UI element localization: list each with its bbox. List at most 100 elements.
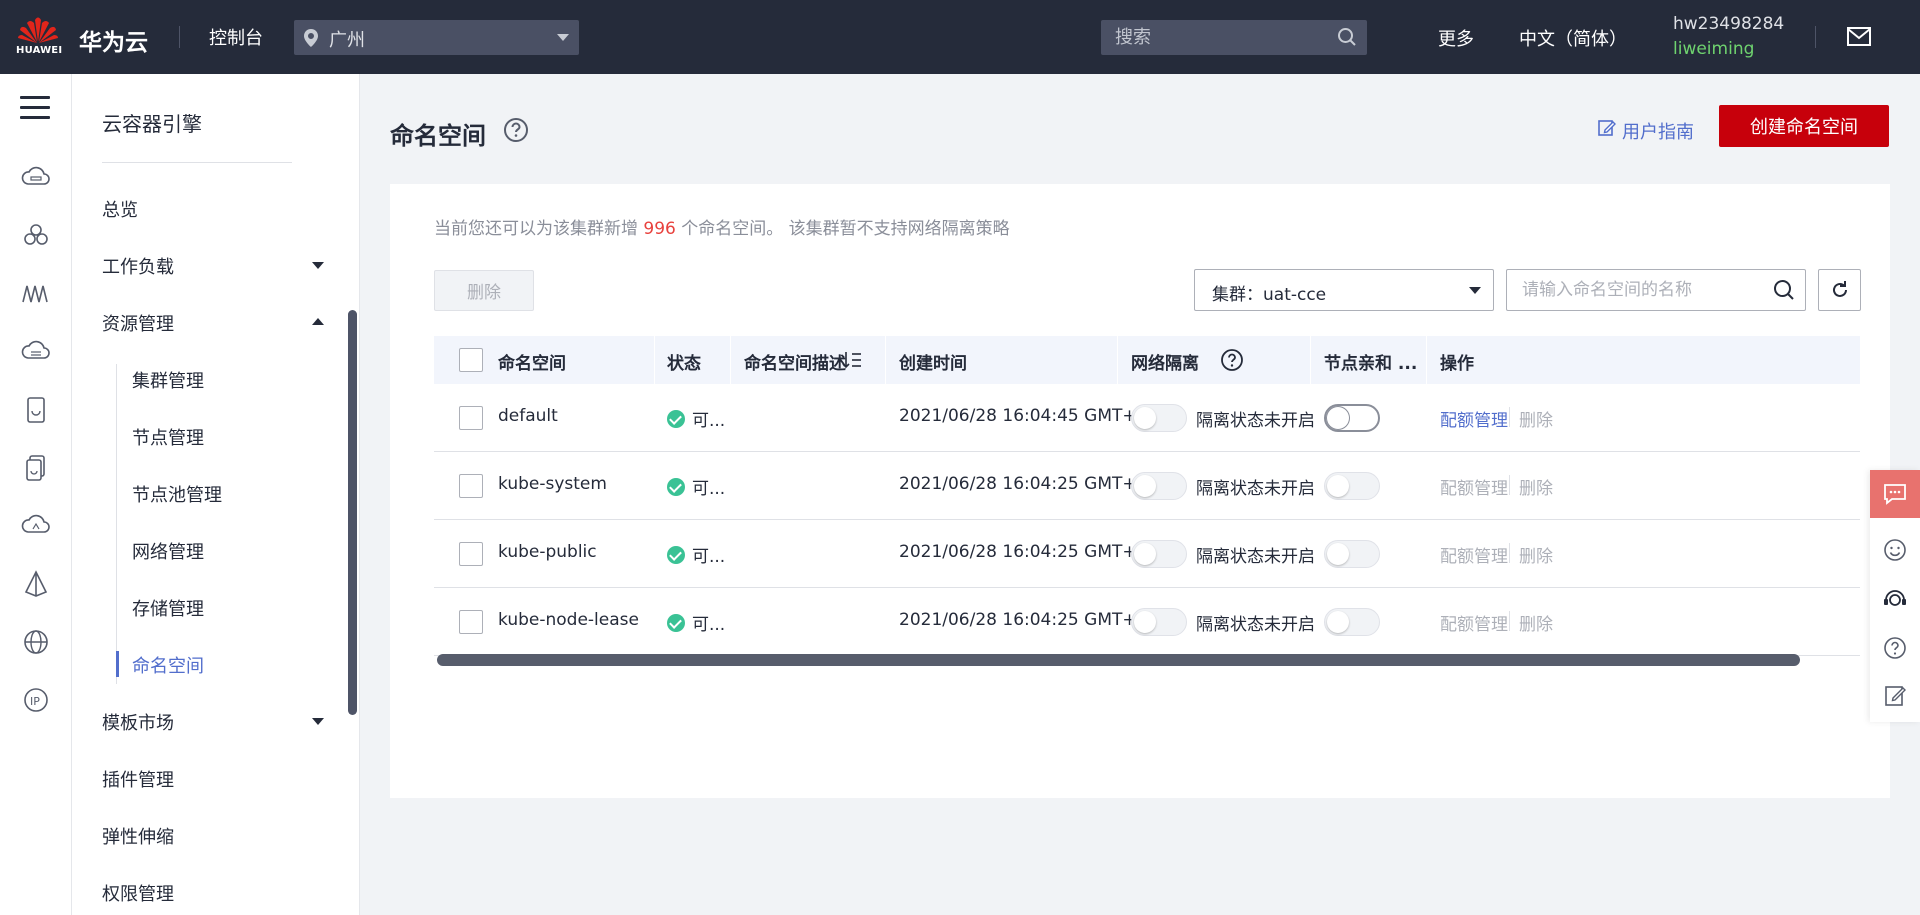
nav-item-namespaces[interactable]: 命名空间	[132, 652, 204, 678]
cloud-server-icon[interactable]	[20, 162, 52, 194]
table-row: kube-node-lease 可... 2021/06/28 16:04:25…	[434, 588, 1860, 656]
divider	[1509, 543, 1510, 563]
row-checkbox[interactable]	[459, 542, 483, 566]
page-title: 命名空间	[390, 122, 486, 150]
delete-link[interactable]: 删除	[1519, 542, 1553, 567]
user-guide-link[interactable]: 用户指南	[1622, 118, 1694, 144]
cloud-storage-icon[interactable]	[20, 336, 52, 368]
nav-item-node-pool-management[interactable]: 节点池管理	[132, 481, 222, 507]
column-divider	[654, 336, 655, 384]
global-search-input[interactable]	[1115, 24, 1325, 51]
nav-item-autoscaling[interactable]: 弹性伸缩	[102, 823, 174, 849]
survey-icon[interactable]	[1883, 684, 1907, 708]
quota-management-link[interactable]: 配额管理	[1440, 406, 1508, 431]
namespace-name[interactable]: kube-node-lease	[498, 610, 639, 630]
node-affinity-toggle[interactable]	[1324, 404, 1380, 432]
delete-link[interactable]: 删除	[1519, 406, 1553, 431]
cluster-icon[interactable]	[20, 220, 52, 252]
nav-item-cluster-management[interactable]: 集群管理	[132, 367, 204, 393]
network-isolation-toggle[interactable]	[1131, 608, 1187, 636]
column-header-actions: 操作	[1440, 354, 1474, 374]
search-icon[interactable]	[1337, 27, 1357, 47]
quota-management-link[interactable]: 配额管理	[1440, 542, 1508, 567]
brand-name[interactable]: 华为云	[79, 23, 148, 57]
isolation-status: 隔离状态未开启	[1196, 411, 1315, 431]
nav-item-permissions[interactable]: 权限管理	[102, 880, 174, 906]
help-icon[interactable]	[1883, 636, 1907, 660]
row-checkbox[interactable]	[459, 610, 483, 634]
chevron-down-icon[interactable]	[312, 718, 324, 725]
namespace-search[interactable]	[1506, 269, 1806, 311]
column-header-status: 状态	[667, 354, 701, 374]
isolation-status: 隔离状态未开启	[1196, 615, 1315, 635]
column-divider	[885, 336, 886, 384]
global-search[interactable]	[1101, 20, 1367, 55]
region-selector[interactable]: 广州	[294, 20, 579, 55]
huawei-logo[interactable]: HUAWEI	[16, 14, 62, 60]
isolation-status: 隔离状态未开启	[1196, 479, 1315, 499]
quota-management-link[interactable]: 配额管理	[1440, 474, 1508, 499]
network-isolation-toggle[interactable]	[1131, 404, 1187, 432]
column-header-namespace: 命名空间	[498, 354, 566, 374]
elastic-ip-icon[interactable]: IP	[20, 684, 52, 716]
batch-delete-button[interactable]: 删除	[434, 270, 534, 311]
nav-item-addons[interactable]: 插件管理	[102, 766, 174, 792]
network-isolation-toggle[interactable]	[1131, 472, 1187, 500]
sidebar-scrollbar[interactable]	[348, 310, 357, 715]
column-divider	[1310, 336, 1311, 384]
customer-service-icon[interactable]	[1883, 587, 1907, 611]
cloud-dashboard-icon[interactable]	[20, 510, 52, 542]
refresh-button[interactable]	[1818, 269, 1861, 311]
quota-management-link[interactable]: 配额管理	[1440, 610, 1508, 635]
side-navigation: 云容器引擎 总览 工作负载 资源管理 集群管理 节点管理 节点池管理 网络管理 …	[72, 74, 360, 915]
column-header-description: 命名空间描述	[744, 354, 846, 374]
globe-icon[interactable]	[20, 626, 52, 658]
select-all-checkbox[interactable]	[459, 348, 483, 372]
nav-item-workloads[interactable]: 工作负载	[102, 253, 174, 279]
row-checkbox[interactable]	[459, 406, 483, 430]
node-affinity-toggle[interactable]	[1324, 540, 1380, 568]
nav-item-node-management[interactable]: 节点管理	[132, 424, 204, 450]
account-id[interactable]: hw23498284	[1673, 14, 1784, 34]
row-checkbox[interactable]	[459, 474, 483, 498]
hamburger-menu-icon[interactable]	[20, 96, 50, 120]
floating-service-panel	[1870, 470, 1920, 722]
chat-button[interactable]	[1870, 470, 1920, 518]
table-horizontal-scrollbar[interactable]	[437, 654, 1800, 666]
chevron-down-icon[interactable]	[312, 262, 324, 269]
nav-item-storage-management[interactable]: 存储管理	[132, 595, 204, 621]
namespace-name[interactable]: default	[498, 406, 558, 426]
monitoring-icon[interactable]	[20, 278, 52, 310]
edit-document-icon[interactable]	[1598, 119, 1616, 137]
feedback-smile-icon[interactable]	[1883, 538, 1907, 562]
column-header-network-isolation: 网络隔离	[1131, 354, 1199, 374]
create-namespace-button[interactable]: 创建命名空间	[1719, 105, 1889, 147]
disk-icon[interactable]	[20, 394, 52, 426]
nav-item-template-market[interactable]: 模板市场	[102, 709, 174, 735]
cluster-select[interactable]: 集群：uat-cce	[1194, 269, 1494, 311]
namespace-name[interactable]: kube-system	[498, 474, 607, 494]
node-affinity-toggle[interactable]	[1324, 608, 1380, 636]
language-selector[interactable]: 中文（简体）	[1519, 25, 1627, 51]
table-row: kube-public 可... 2021/06/28 16:04:25 GMT…	[434, 520, 1860, 588]
search-icon[interactable]	[1773, 279, 1795, 301]
backup-icon[interactable]	[20, 452, 52, 484]
node-affinity-toggle[interactable]	[1324, 472, 1380, 500]
network-isolation-toggle[interactable]	[1131, 540, 1187, 568]
namespace-search-input[interactable]	[1522, 278, 1762, 302]
delete-link[interactable]: 删除	[1519, 610, 1553, 635]
chevron-up-icon[interactable]	[312, 318, 324, 325]
console-link[interactable]: 控制台	[209, 24, 263, 50]
help-icon[interactable]	[503, 117, 529, 143]
more-menu[interactable]: 更多	[1438, 25, 1474, 51]
username[interactable]: liweiming	[1673, 39, 1754, 59]
nav-item-network-management[interactable]: 网络管理	[132, 538, 204, 564]
nav-item-resource-management[interactable]: 资源管理	[102, 310, 174, 336]
mail-icon[interactable]	[1847, 27, 1871, 47]
delete-link[interactable]: 删除	[1519, 474, 1553, 499]
nav-item-overview[interactable]: 总览	[102, 196, 138, 222]
sort-icon[interactable]	[842, 351, 862, 369]
network-icon[interactable]	[20, 568, 52, 600]
help-icon[interactable]	[1220, 348, 1244, 372]
namespace-name[interactable]: kube-public	[498, 542, 597, 562]
